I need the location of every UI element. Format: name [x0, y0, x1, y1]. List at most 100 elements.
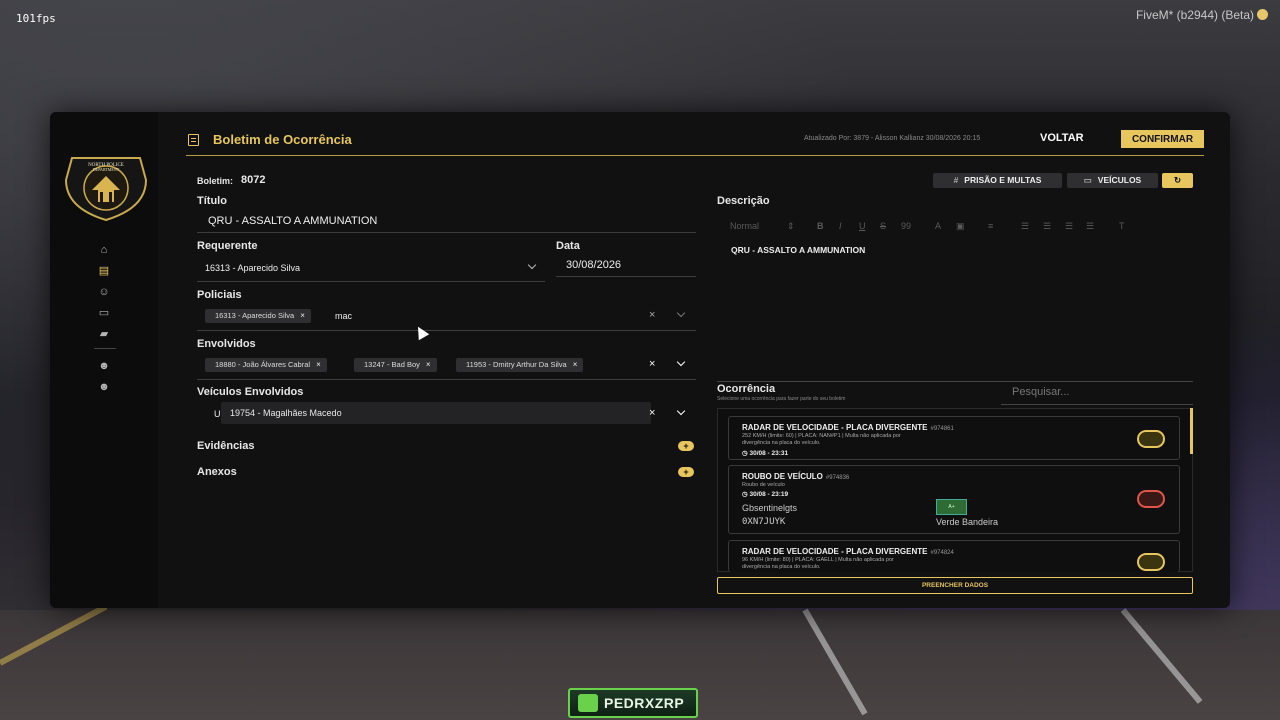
prisao-multas-button[interactable]: # PRISÃO E MULTAS	[933, 173, 1062, 188]
back-button[interactable]: VOLTAR	[1040, 132, 1084, 144]
chevron-down-icon[interactable]	[676, 308, 686, 318]
policiais-search-input[interactable]: mac	[335, 311, 352, 321]
prisao-label: PRISÃO E MULTAS	[964, 175, 1042, 185]
car-icon: ▭	[1083, 175, 1092, 185]
ocorrencia-hint: Selecione uma ocorrência para fazer part…	[717, 396, 846, 402]
people-icon[interactable]: ☺	[96, 284, 112, 300]
data-input[interactable]: 30/08/2026	[566, 259, 621, 271]
requerente-select[interactable]: 16313 - Aparecido Silva	[205, 263, 300, 273]
chip-remove-icon[interactable]: ×	[316, 360, 321, 369]
bg-color-icon[interactable]: ▣	[956, 221, 965, 232]
format-chevron-icon[interactable]: ⇕	[787, 221, 795, 232]
confirm-button[interactable]: CONFIRMAR	[1121, 130, 1204, 148]
search-underline	[1001, 404, 1193, 405]
add-evidencia-button[interactable]: +	[678, 441, 694, 451]
requerente-label: Requerente	[197, 240, 258, 252]
quote-button[interactable]: 99	[901, 221, 911, 231]
user-add-icon[interactable]: ☻	[96, 379, 112, 395]
outdent-icon[interactable]: ☰	[1065, 221, 1073, 232]
header-divider	[186, 155, 1204, 156]
occ-title: RADAR DE VELOCIDADE - PLACA DIVERGENTE	[742, 423, 928, 432]
search-input[interactable]: Pesquisar...	[1012, 386, 1069, 398]
hash-icon: #	[953, 175, 959, 185]
nav-divider	[94, 348, 116, 349]
clear-icon[interactable]: ×	[649, 309, 655, 321]
chip-label: 13247 - Bad Boy	[364, 360, 420, 369]
watermark-text: PEDRXZRP	[604, 695, 685, 711]
chip-remove-icon[interactable]: ×	[573, 360, 578, 369]
ocorrencia-divider	[717, 381, 1193, 382]
chip-label: 11953 - Dmitry Arthur Da Silva	[466, 360, 567, 369]
clear-icon[interactable]: ×	[649, 358, 655, 370]
chip-remove-icon[interactable]: ×	[300, 311, 305, 320]
policiais-label: Policiais	[197, 289, 242, 301]
occ-desc: Roubo de veículo	[742, 482, 785, 488]
text-color-icon[interactable]: A	[935, 221, 941, 231]
chevron-down-icon[interactable]	[676, 406, 686, 416]
envolvidos-label: Envolvidos	[197, 338, 256, 350]
build-label: FiveM* (b2944) (Beta)	[1135, 8, 1254, 22]
boletim-label: Boletim:	[197, 176, 233, 186]
page-title: Boletim de Ocorrência	[213, 132, 352, 147]
veiculos-button[interactable]: ▭ VEÍCULOS	[1067, 173, 1158, 188]
add-anexo-button[interactable]: +	[678, 467, 694, 477]
clear-format-icon[interactable]: T	[1119, 221, 1125, 231]
envolvidos-underline	[197, 379, 696, 380]
user-settings-icon[interactable]: ☻	[96, 358, 112, 374]
strike-button[interactable]: S	[880, 221, 886, 231]
underline-button[interactable]: U	[859, 221, 866, 231]
bullet-list-icon[interactable]: ☰	[1043, 221, 1051, 232]
chip-label: 18880 - João Álvares Cabral	[215, 360, 311, 369]
occ-time: 30/08 - 23:19	[749, 491, 789, 498]
dropdown-option[interactable]: 19754 - Magalhães Macedo	[221, 402, 651, 424]
home-icon[interactable]: ⌂	[96, 242, 112, 258]
sidebar: NORTH POLICE DEPARTMENT ⌂ ▤ ☺ ▭ ▰ ☻ ☻	[50, 112, 158, 608]
indent-icon[interactable]: ☰	[1086, 221, 1094, 232]
bold-button[interactable]: B	[817, 221, 824, 231]
chip-remove-icon[interactable]: ×	[426, 360, 431, 369]
veiculos-input[interactable]: U	[214, 409, 221, 419]
fill-data-button[interactable]: PREENCHER DADOS	[717, 577, 1193, 594]
speed-radar-icon	[1137, 553, 1165, 571]
italic-button[interactable]: I	[839, 221, 842, 231]
fivem-icon	[1257, 9, 1268, 20]
occ-desc: 96 KM/H (limite: 80) | PLACA: GAELL | Mu…	[742, 557, 894, 570]
occ-id: #974861	[930, 426, 954, 432]
align-icon[interactable]: ≡	[988, 221, 993, 231]
report-icon[interactable]: ▤	[96, 263, 112, 279]
vehicle-icon[interactable]: ▭	[96, 305, 112, 321]
vehicle-plate: 0XN7JUYK	[742, 517, 786, 527]
data-label: Data	[556, 240, 580, 252]
speed-radar-icon	[1137, 430, 1165, 448]
descricao-editor[interactable]: QRU - ASSALTO A AMMUNATION	[731, 245, 865, 255]
chevron-down-icon[interactable]	[527, 260, 537, 270]
ocorrencia-card[interactable]: RADAR DE VELOCIDADE - PLACA DIVERGENTE #9…	[728, 416, 1180, 460]
fps-counter: 101fps	[16, 12, 56, 25]
weapon-icon[interactable]: ▰	[96, 326, 112, 342]
chevron-down-icon[interactable]	[676, 357, 686, 367]
anexos-label: Anexos	[197, 466, 237, 478]
occ-title: ROUBO DE VEÍCULO	[742, 472, 823, 481]
policial-chip: 16313 - Aparecido Silva ×	[205, 309, 311, 323]
updated-by: Atualizado Por: 3879 - Alisson Kallianz …	[804, 135, 981, 142]
boletim-number: 8072	[241, 174, 266, 186]
vehicle-model: Gbsentinelgts	[742, 503, 798, 513]
titulo-underline	[197, 232, 696, 233]
refresh-icon: ↻	[1173, 175, 1182, 185]
ordered-list-icon[interactable]: ☰	[1021, 221, 1029, 232]
ocorrencia-card[interactable]: RADAR DE VELOCIDADE - PLACA DIVERGENTE #9…	[728, 540, 1180, 572]
refresh-button[interactable]: ↻	[1162, 173, 1193, 188]
occ-desc: 252 KM/H (limite: 60) | PLACA: NAN#P1 | …	[742, 433, 901, 446]
ocorrencia-card[interactable]: ROUBO DE VEÍCULO #974836 Roubo de veículo…	[728, 465, 1180, 534]
titulo-input[interactable]: QRU - ASSALTO A AMMUNATION	[208, 215, 377, 227]
format-select[interactable]: Normal	[730, 221, 759, 231]
tablet-window: NORTH POLICE DEPARTMENT ⌂ ▤ ☺ ▭ ▰ ☻ ☻ Bo…	[50, 112, 1230, 608]
clear-icon[interactable]: ×	[649, 407, 655, 419]
svg-text:DEPARTMENT: DEPARTMENT	[93, 167, 120, 172]
descricao-label: Descrição	[717, 195, 770, 207]
envolvido-chip: 13247 - Bad Boy ×	[354, 358, 437, 372]
ocorrencia-label: Ocorrência	[717, 383, 776, 395]
chip-label: 16313 - Aparecido Silva	[215, 311, 295, 320]
titulo-label: Título	[197, 195, 227, 207]
scrollbar[interactable]	[1190, 408, 1193, 454]
